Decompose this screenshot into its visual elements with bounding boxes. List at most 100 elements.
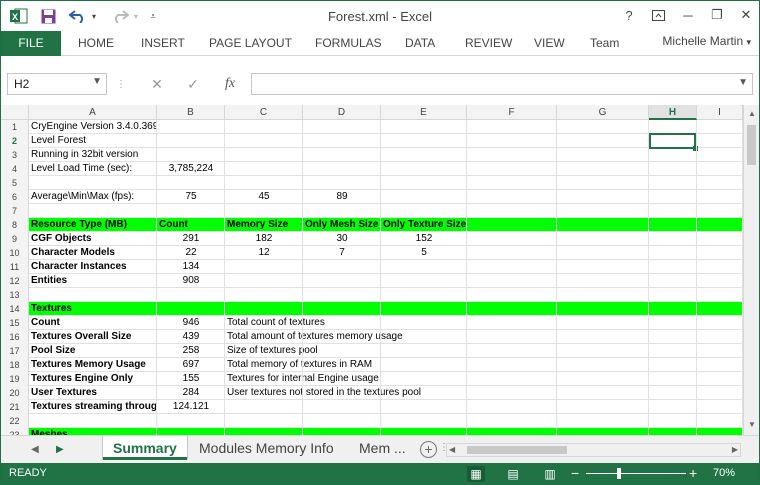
cell-a8[interactable]: Resource Type (MB)	[29, 218, 157, 232]
column-header-a[interactable]: A	[29, 105, 157, 120]
cell-c9[interactable]: 182	[225, 232, 303, 246]
row-header[interactable]: 19	[1, 372, 29, 386]
row-header[interactable]: 2	[1, 134, 29, 148]
vertical-scrollbar[interactable]: ▲ ▼	[743, 105, 759, 435]
row-header[interactable]: 18	[1, 358, 29, 372]
cell-a18[interactable]: Textures Memory Usage	[29, 358, 157, 372]
cell-a3[interactable]: Running in 32bit version	[29, 148, 157, 162]
expand-formula-bar-icon[interactable]: ▼	[738, 77, 748, 88]
cell-b10[interactable]: 22	[157, 246, 225, 260]
cell-a23[interactable]: Meshes	[29, 428, 157, 435]
cell-c18[interactable]: Total memory of textures in RAM	[225, 358, 372, 372]
cell-c6[interactable]: 45	[225, 190, 303, 204]
cell-b16[interactable]: 439	[157, 330, 225, 344]
cell-c19[interactable]: Textures for internal Engine usage	[225, 372, 379, 386]
minimize-icon[interactable]: ─	[677, 5, 699, 25]
sheet-next-icon[interactable]: ▶	[56, 444, 64, 455]
tab-page-layout[interactable]: PAGE LAYOUT	[209, 31, 292, 56]
enter-icon[interactable]: ✓	[183, 74, 203, 94]
row-header[interactable]: 14	[1, 302, 29, 316]
help-icon[interactable]: ?	[618, 5, 640, 25]
zoom-slider[interactable]	[586, 473, 686, 474]
zoom-slider-thumb[interactable]	[617, 468, 621, 479]
cell-b4[interactable]: 3,785,224	[157, 162, 225, 176]
cell-e8[interactable]: Only Texture Size	[381, 218, 467, 232]
tab-data[interactable]: DATA	[405, 31, 435, 56]
cell-a10[interactable]: Character Models	[29, 246, 157, 260]
cell-b20[interactable]: 284	[157, 386, 225, 400]
row-header[interactable]: 23	[1, 428, 29, 435]
cell-b9[interactable]: 291	[157, 232, 225, 246]
tab-formulas[interactable]: FORMULAS	[315, 31, 382, 56]
cell-c16[interactable]: Total amount of textures memory usage	[225, 330, 403, 344]
cell-a17[interactable]: Pool Size	[29, 344, 157, 358]
page-layout-view-icon[interactable]: ▤	[504, 466, 522, 482]
tab-view[interactable]: VIEW	[534, 31, 565, 56]
add-sheet-icon[interactable]: +	[420, 441, 437, 458]
cell-b17[interactable]: 258	[157, 344, 225, 358]
close-icon[interactable]: ✕	[735, 5, 757, 25]
sheet-tab-summary[interactable]: Summary	[103, 436, 187, 460]
cell-a21[interactable]: Textures streaming through	[29, 400, 157, 414]
cell-b8[interactable]: Count	[157, 218, 225, 232]
cell-a9[interactable]: CGF Objects	[29, 232, 157, 246]
cell-e10[interactable]: 5	[381, 246, 467, 260]
sheet-tab-modules-memory-info[interactable]: Modules Memory Info	[189, 436, 344, 460]
row-header[interactable]: 4	[1, 162, 29, 176]
cell-a19[interactable]: Textures Engine Only	[29, 372, 157, 386]
sheet-tab-mem[interactable]: Mem ...	[349, 436, 416, 460]
scroll-up-icon[interactable]: ▲	[746, 108, 758, 120]
tab-file[interactable]: FILE	[1, 31, 61, 56]
cell-a2[interactable]: Level Forest	[29, 134, 157, 148]
active-cell-selection[interactable]	[649, 133, 698, 151]
row-header[interactable]: 5	[1, 176, 29, 190]
normal-view-icon[interactable]: ▦	[467, 466, 485, 482]
name-box-dropdown-icon[interactable]: ▼	[92, 76, 102, 87]
insert-function-icon[interactable]: fx	[219, 74, 241, 94]
scroll-down-icon[interactable]: ▼	[746, 419, 758, 431]
row-header[interactable]: 20	[1, 386, 29, 400]
cell-b18[interactable]: 697	[157, 358, 225, 372]
row-header[interactable]: 3	[1, 148, 29, 162]
cell-a12[interactable]: Entities	[29, 274, 157, 288]
scroll-left-icon[interactable]: ◀	[449, 445, 455, 454]
tab-team[interactable]: Team	[590, 31, 619, 56]
cell-c20[interactable]: User textures not stored in the textures…	[225, 386, 421, 400]
formula-input[interactable]: ▼	[251, 73, 753, 95]
tab-review[interactable]: REVIEW	[465, 31, 512, 56]
row-header[interactable]: 21	[1, 400, 29, 414]
cell-a4[interactable]: Level Load Time (sec):	[29, 162, 157, 176]
cell-b12[interactable]: 908	[157, 274, 225, 288]
column-header-c[interactable]: C	[225, 105, 303, 120]
tab-home[interactable]: HOME	[78, 31, 114, 56]
cell-a1[interactable]: CryEngine Version 3.4.0.3696	[29, 120, 157, 134]
cell-b11[interactable]: 134	[157, 260, 225, 274]
cell-b15[interactable]: 946	[157, 316, 225, 330]
cell-c8[interactable]: Memory Size	[225, 218, 303, 232]
zoom-level[interactable]: 70%	[713, 467, 735, 479]
cell-c17[interactable]: Size of textures pool	[225, 344, 318, 358]
cell-d10[interactable]: 7	[303, 246, 381, 260]
row-header[interactable]: 11	[1, 260, 29, 274]
cell-d6[interactable]: 89	[303, 190, 381, 204]
column-header-f[interactable]: F	[467, 105, 557, 120]
user-account[interactable]: Michelle Martin ▾	[662, 31, 751, 56]
cell-b6[interactable]: 75	[157, 190, 225, 204]
cell-a20[interactable]: User Textures	[29, 386, 157, 400]
horizontal-scroll-thumb[interactable]	[467, 446, 567, 454]
cancel-icon[interactable]: ✕	[147, 74, 167, 94]
page-break-preview-icon[interactable]: ▥	[541, 466, 559, 482]
zoom-out-icon[interactable]: −	[571, 465, 579, 481]
row-header[interactable]: 12	[1, 274, 29, 288]
tab-insert[interactable]: INSERT	[141, 31, 185, 56]
row-header[interactable]: 22	[1, 414, 29, 428]
row-header[interactable]: 1	[1, 120, 29, 134]
cell-a15[interactable]: Count	[29, 316, 157, 330]
row-header[interactable]: 7	[1, 204, 29, 218]
column-header-g[interactable]: G	[557, 105, 649, 120]
restore-icon[interactable]: ❐	[706, 5, 728, 25]
scroll-right-icon[interactable]: ▶	[732, 445, 738, 454]
vertical-scroll-thumb[interactable]	[747, 125, 756, 165]
select-all-corner[interactable]	[1, 105, 29, 120]
row-header[interactable]: 6	[1, 190, 29, 204]
